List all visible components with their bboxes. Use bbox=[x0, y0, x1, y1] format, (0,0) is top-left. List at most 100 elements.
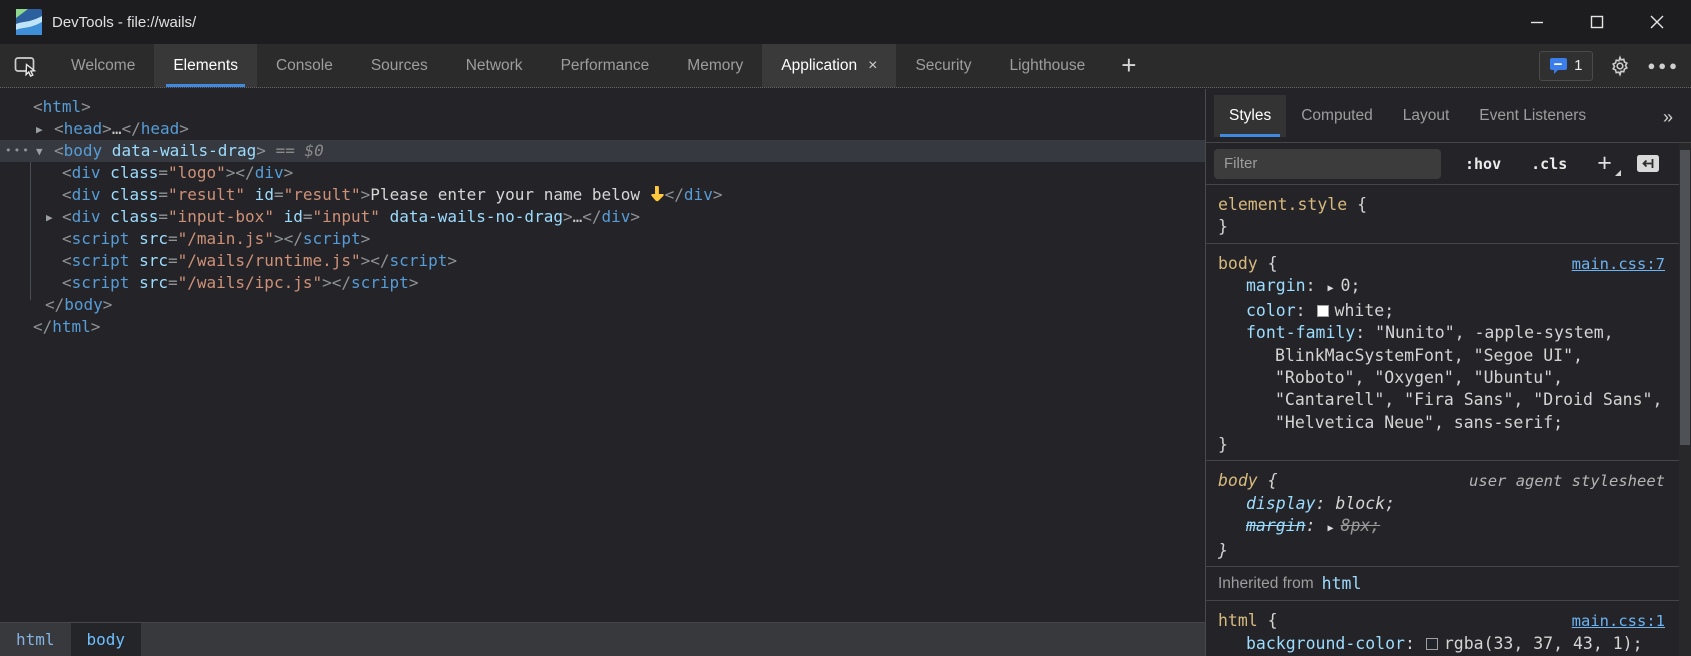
syntax-token: class bbox=[101, 185, 159, 204]
css-property[interactable]: font-family: "Nunito", -apple-system, bbox=[1218, 322, 1665, 344]
tab-lighthouse[interactable]: Lighthouse bbox=[990, 44, 1104, 87]
dom-tree-row[interactable]: <div class="result" id="result">Please e… bbox=[0, 184, 1205, 206]
issues-counter[interactable]: 1 bbox=[1539, 51, 1593, 81]
scrollbar-thumb[interactable] bbox=[1680, 150, 1690, 445]
css-selector[interactable]: body bbox=[1218, 471, 1258, 490]
colon: : bbox=[1306, 516, 1326, 535]
css-property[interactable]: display: block; bbox=[1218, 493, 1665, 515]
syntax-token: > bbox=[563, 207, 573, 226]
tab-welcome[interactable]: Welcome bbox=[52, 44, 154, 87]
css-property[interactable]: color: white; bbox=[1218, 300, 1665, 322]
syntax-token: = bbox=[168, 273, 178, 292]
toggle-element-state-button[interactable]: :hov bbox=[1465, 155, 1501, 173]
css-rule-header[interactable]: main.css:1 html { bbox=[1218, 610, 1665, 632]
devtools-window: DevTools - file://wails/ WelcomeElements… bbox=[0, 0, 1691, 656]
dom-tree-row[interactable]: ▶<div class="input-box" id="input" data-… bbox=[0, 206, 1205, 228]
syntax-token: script bbox=[351, 273, 409, 292]
css-rule-header[interactable]: main.css:7body { bbox=[1218, 253, 1665, 275]
syntax-token: > bbox=[447, 251, 457, 270]
css-property-name: margin bbox=[1246, 276, 1306, 295]
close-window-button[interactable] bbox=[1627, 0, 1687, 44]
tab-memory[interactable]: Memory bbox=[668, 44, 762, 87]
tab-elements[interactable]: Elements bbox=[154, 44, 257, 87]
inherited-node-link[interactable]: html bbox=[1322, 573, 1362, 595]
syntax-token: < bbox=[62, 207, 72, 226]
syntax-token: div bbox=[684, 185, 713, 204]
expand-shorthand-icon[interactable]: ▶ bbox=[1327, 523, 1333, 534]
css-property[interactable]: margin: ▶8px; bbox=[1218, 515, 1665, 540]
syntax-token: < bbox=[54, 141, 64, 160]
dom-tree-row[interactable]: <div class="logo"></div> bbox=[0, 162, 1205, 184]
dom-tree-row[interactable]: ▶<head>…</head> bbox=[0, 118, 1205, 140]
more-options-icon[interactable]: ●●● bbox=[1647, 58, 1680, 73]
inherited-from-header: Inherited fromhtml bbox=[1206, 567, 1679, 601]
tab-performance[interactable]: Performance bbox=[542, 44, 669, 87]
expand-shorthand-icon[interactable]: ▶ bbox=[1327, 283, 1333, 294]
tab-layout[interactable]: Layout bbox=[1388, 95, 1465, 137]
title-bar[interactable]: DevTools - file://wails/ bbox=[0, 0, 1691, 44]
css-rule-header[interactable]: user agent stylesheetbody { bbox=[1218, 470, 1665, 492]
tab-console[interactable]: Console bbox=[257, 44, 352, 87]
css-selector[interactable]: html bbox=[1218, 611, 1258, 630]
syntax-token: div bbox=[255, 163, 284, 182]
syntax-token: > bbox=[256, 141, 266, 160]
dom-tree-row[interactable]: •••▼<body data-wails-drag> == $0 bbox=[0, 140, 1205, 162]
tab-sources[interactable]: Sources bbox=[352, 44, 447, 87]
breadcrumb-item-body[interactable]: body bbox=[71, 623, 142, 656]
toggle-computed-sidebar-icon[interactable] bbox=[1636, 154, 1660, 173]
tab-network[interactable]: Network bbox=[447, 44, 542, 87]
inspect-element-button[interactable] bbox=[0, 44, 52, 87]
tab-styles[interactable]: Styles bbox=[1214, 95, 1286, 137]
more-tabs-icon[interactable]: » bbox=[1653, 107, 1683, 128]
close-tab-icon[interactable]: × bbox=[868, 58, 877, 74]
dom-tree-row[interactable]: <html> bbox=[0, 96, 1205, 118]
dom-tree-row[interactable]: <script src="/wails/ipc.js"></script> bbox=[0, 272, 1205, 294]
tab-application[interactable]: Application× bbox=[762, 44, 896, 87]
color-swatch[interactable] bbox=[1426, 638, 1438, 650]
css-selector[interactable]: element.style bbox=[1218, 195, 1347, 214]
add-tab-button[interactable]: + bbox=[1104, 44, 1153, 87]
color-swatch[interactable] bbox=[1317, 305, 1329, 317]
collapsed-arrow-icon[interactable]: ▶ bbox=[36, 119, 43, 141]
syntax-token: < bbox=[54, 119, 64, 138]
breadcrumb: htmlbody bbox=[0, 622, 1205, 656]
collapsed-arrow-icon[interactable]: ▶ bbox=[46, 207, 53, 229]
syntax-token: src bbox=[129, 229, 168, 248]
tab-computed[interactable]: Computed bbox=[1286, 95, 1388, 137]
syntax-token: script bbox=[303, 229, 361, 248]
syntax-token: = bbox=[168, 251, 178, 270]
css-property[interactable]: background-color: rgba(33, 37, 43, 1); bbox=[1218, 633, 1665, 655]
minimize-button[interactable] bbox=[1507, 0, 1567, 44]
syntax-token: </ bbox=[235, 163, 254, 182]
toggle-class-editor-button[interactable]: .cls bbox=[1531, 155, 1567, 173]
new-style-rule-button[interactable]: + bbox=[1593, 151, 1616, 176]
css-property[interactable]: margin: ▶0; bbox=[1218, 275, 1665, 300]
breadcrumb-item-html[interactable]: html bbox=[0, 623, 71, 656]
stylesheet-link[interactable]: main.css:1 bbox=[1572, 610, 1665, 632]
expanded-arrow-icon[interactable]: ▼ bbox=[36, 141, 43, 163]
dom-tree-row[interactable]: </body> bbox=[0, 294, 1205, 316]
tab-event-listeners[interactable]: Event Listeners bbox=[1464, 95, 1601, 137]
css-property-value: 8px; bbox=[1341, 516, 1381, 535]
stylesheet-link[interactable]: main.css:7 bbox=[1572, 253, 1665, 275]
css-selector[interactable]: body bbox=[1218, 254, 1258, 273]
dom-tree-row[interactable]: <script src="/main.js"></script> bbox=[0, 228, 1205, 250]
styles-filter-input[interactable] bbox=[1214, 149, 1441, 179]
settings-icon[interactable] bbox=[1609, 55, 1631, 77]
open-brace: { bbox=[1258, 611, 1278, 630]
styles-sidebar: StylesComputedLayoutEvent Listeners » :ho… bbox=[1205, 89, 1691, 656]
row-actions-dots-icon[interactable]: ••• bbox=[5, 140, 31, 162]
syntax-token: > bbox=[284, 163, 294, 182]
issues-count: 1 bbox=[1574, 57, 1582, 74]
maximize-button[interactable] bbox=[1567, 0, 1627, 44]
styles-filter-row: :hov .cls + bbox=[1206, 143, 1691, 185]
syntax-token: </ bbox=[284, 229, 303, 248]
tab-security[interactable]: Security bbox=[896, 44, 990, 87]
dom-tree-row[interactable]: <script src="/wails/runtime.js"></script… bbox=[0, 250, 1205, 272]
scrollbar[interactable] bbox=[1679, 143, 1691, 656]
css-property-value: "Nunito", -apple-system, bbox=[1375, 323, 1613, 342]
syntax-token: "/main.js" bbox=[178, 229, 274, 248]
css-rule-header[interactable]: element.style { bbox=[1218, 194, 1665, 216]
tab-label: Console bbox=[276, 57, 333, 75]
dom-tree-row[interactable]: </html> bbox=[0, 316, 1205, 338]
